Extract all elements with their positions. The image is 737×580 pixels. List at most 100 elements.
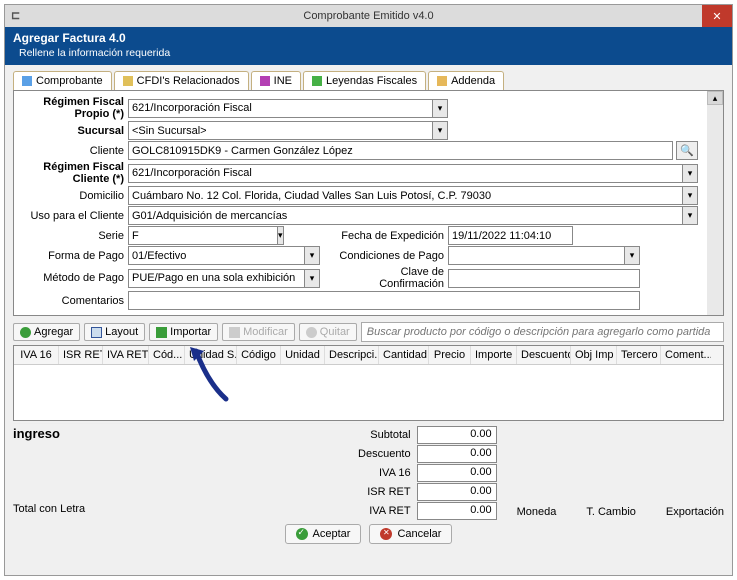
layout-button[interactable]: Layout (84, 323, 145, 341)
page-header: Agregar Factura 4.0 Rellene la informaci… (5, 27, 732, 65)
dropdown-icon[interactable]: ▾ (277, 226, 284, 245)
serie-label: Serie (18, 230, 128, 242)
button-label: Layout (105, 326, 138, 338)
tab-label: INE (274, 75, 292, 87)
tcambio-label: T. Cambio (586, 506, 636, 518)
cliente-input[interactable] (128, 141, 673, 160)
app-icon: ⊏ (11, 9, 25, 23)
iva16-value: 0.00 (417, 464, 497, 482)
moneda-label: Moneda (517, 506, 557, 518)
cancelar-button[interactable]: Cancelar (369, 524, 452, 544)
clave-conf-input[interactable] (448, 269, 640, 288)
dropdown-icon[interactable]: ▾ (624, 246, 640, 265)
agregar-button[interactable]: Agregar (13, 323, 80, 341)
fecha-exp-input[interactable] (448, 226, 573, 245)
regimen-cliente-input[interactable] (128, 164, 682, 183)
isrret-value: 0.00 (417, 483, 497, 501)
tab-comprobante[interactable]: Comprobante (13, 71, 112, 90)
dropdown-icon[interactable]: ▾ (432, 99, 448, 118)
footer-buttons: Aceptar Cancelar (5, 524, 732, 544)
dropdown-icon[interactable]: ▾ (432, 121, 448, 140)
aceptar-button[interactable]: Aceptar (285, 524, 362, 544)
clave-conf-label: Clave de Confirmación (338, 266, 448, 290)
button-label: Modificar (243, 326, 288, 338)
col-isrret[interactable]: ISR RET (59, 346, 103, 364)
ok-icon (296, 528, 308, 540)
form-area: ▴ Régimen Fiscal Propio (*) ▾ Sucursal ▾… (13, 90, 724, 316)
search-input[interactable] (361, 322, 724, 342)
scroll-up-icon[interactable]: ▴ (707, 91, 723, 105)
uso-cliente-input[interactable] (128, 206, 682, 225)
cliente-label: Cliente (18, 145, 128, 157)
tab-label: Addenda (451, 75, 495, 87)
col-objimp[interactable]: Obj Imp (571, 346, 617, 364)
descuento-value: 0.00 (417, 445, 497, 463)
ivaret-label: IVA RET (327, 505, 417, 517)
tab-label: CFDI's Relacionados (137, 75, 240, 87)
regimen-propio-input[interactable] (128, 99, 432, 118)
dropdown-icon[interactable]: ▾ (304, 269, 320, 288)
col-codigo[interactable]: Código (237, 346, 281, 364)
col-descripci[interactable]: Descripci... (325, 346, 379, 364)
close-button[interactable]: ✕ (702, 5, 732, 27)
col-coment[interactable]: Coment... (661, 346, 711, 364)
cond-pago-label: Condiciones de Pago (338, 250, 448, 262)
grid-body[interactable] (14, 365, 723, 420)
serie-input[interactable] (128, 226, 277, 245)
cond-pago-input[interactable] (448, 246, 624, 265)
subtotal-value: 0.00 (417, 426, 497, 444)
col-iva16[interactable]: IVA 16 (14, 346, 59, 364)
col-descuento[interactable]: Descuento (517, 346, 571, 364)
exportacion-label: Exportación (666, 506, 724, 518)
domicilio-input[interactable] (128, 186, 682, 205)
titlebar: ⊏ Comprobante Emitido v4.0 ✕ (5, 5, 732, 27)
col-ivaret[interactable]: IVA RET (103, 346, 149, 364)
window-title: Comprobante Emitido v4.0 (303, 10, 433, 22)
tab-ine[interactable]: INE (251, 71, 301, 90)
page-subtitle: Rellene la información requerida (19, 47, 724, 59)
col-tercero[interactable]: Tercero (617, 346, 661, 364)
subtotal-label: Subtotal (327, 429, 417, 441)
modificar-button[interactable]: Modificar (222, 323, 295, 341)
button-label: Quitar (320, 326, 350, 338)
dropdown-icon[interactable]: ▾ (682, 186, 698, 205)
dropdown-icon[interactable]: ▾ (304, 246, 320, 265)
comentarios-label: Comentarios (18, 295, 128, 307)
sucursal-label: Sucursal (18, 125, 128, 137)
tab-leyendas[interactable]: Leyendas Fiscales (303, 71, 426, 90)
ingreso-label: ingreso (13, 426, 327, 441)
metodo-pago-input[interactable] (128, 269, 304, 288)
sucursal-input[interactable] (128, 121, 432, 140)
col-precio[interactable]: Precio (429, 346, 471, 364)
col-unidad[interactable]: Unidad (281, 346, 325, 364)
col-cantidad[interactable]: Cantidad (379, 346, 429, 364)
grid-header: IVA 16 ISR RET IVA RET Cód... Unidad S..… (14, 346, 723, 365)
col-unidads[interactable]: Unidad S... (185, 346, 237, 364)
regimen-cliente-label: Régimen Fiscal Cliente (*) (18, 161, 128, 185)
tab-label: Leyendas Fiscales (326, 75, 417, 87)
dropdown-icon[interactable]: ▾ (682, 206, 698, 225)
quitar-button[interactable]: Quitar (299, 323, 357, 341)
col-cod[interactable]: Cód... (149, 346, 185, 364)
tab-cfdis[interactable]: CFDI's Relacionados (114, 71, 249, 90)
total-con-letra-label: Total con Letra (13, 503, 327, 515)
tabs: Comprobante CFDI's Relacionados INE Leye… (13, 71, 724, 90)
toolbar: Agregar Layout Importar Modificar Quitar (13, 322, 724, 342)
importar-button[interactable]: Importar (149, 323, 218, 341)
uso-cliente-label: Uso para el Cliente (18, 210, 128, 222)
forma-pago-input[interactable] (128, 246, 304, 265)
comentarios-input[interactable] (128, 291, 640, 310)
cliente-lookup-button[interactable]: 🔍 (676, 141, 698, 160)
metodo-pago-label: Método de Pago (18, 272, 128, 284)
dropdown-icon[interactable]: ▾ (682, 164, 698, 183)
tab-label: Comprobante (36, 75, 103, 87)
tab-addenda[interactable]: Addenda (428, 71, 504, 90)
button-label: Importar (170, 326, 211, 338)
fecha-exp-label: Fecha de Expedición (338, 230, 448, 242)
isrret-label: ISR RET (327, 486, 417, 498)
ivaret-value: 0.00 (417, 502, 497, 520)
button-label: Aceptar (313, 528, 351, 540)
col-importe[interactable]: Importe (471, 346, 517, 364)
scrollbar[interactable]: ▴ (707, 91, 723, 315)
window: ⊏ Comprobante Emitido v4.0 ✕ Agregar Fac… (4, 4, 733, 576)
